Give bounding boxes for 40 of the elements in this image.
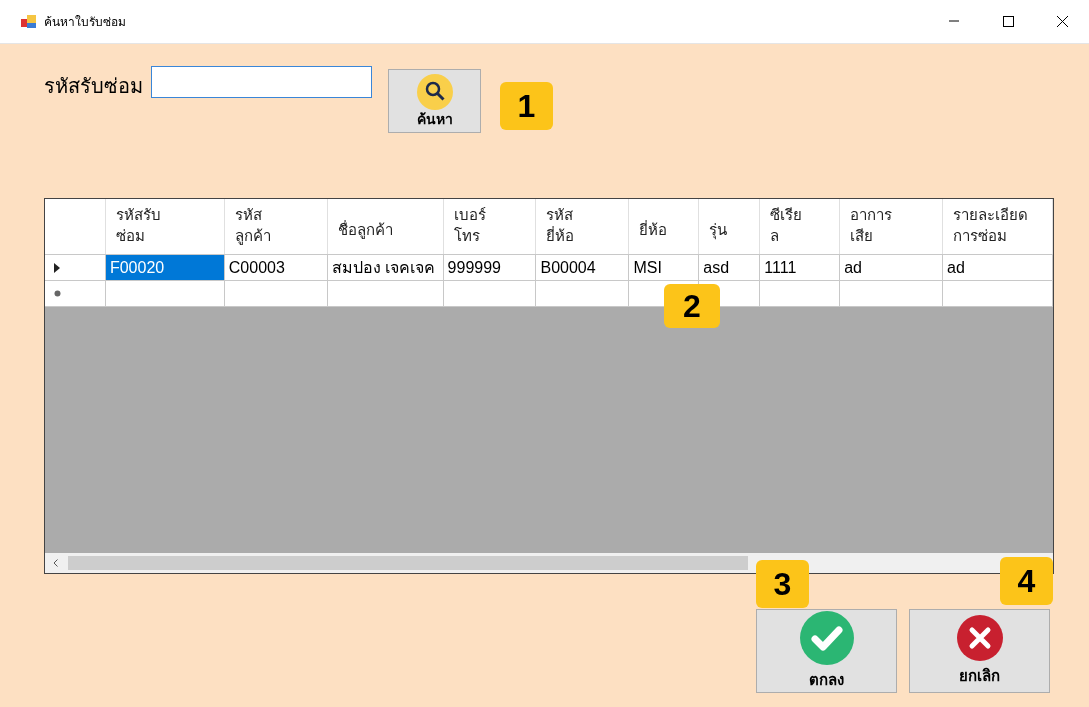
callout-tooltip: 3	[756, 560, 809, 608]
callout-tooltip: 1	[500, 82, 553, 130]
window-title: ค้นหาใบรับซ่อม	[44, 13, 126, 31]
scrollbar-thumb[interactable]	[68, 556, 748, 570]
table-cell[interactable]: 999999	[443, 255, 537, 280]
table-cell[interactable]: ad	[943, 255, 1053, 280]
cancel-button[interactable]: ยกเลิก	[909, 609, 1050, 693]
table-cell[interactable]: ad	[840, 255, 944, 280]
column-header[interactable]: ชื่อลูกค้า	[327, 199, 444, 254]
scroll-left-icon[interactable]	[53, 559, 58, 567]
table-cell[interactable]: asd	[699, 255, 761, 280]
table-cell[interactable]: B00004	[536, 255, 630, 280]
search-icon	[416, 74, 453, 110]
column-header[interactable]: ซีเรีย ล	[760, 199, 841, 254]
table-cell[interactable]: MSI	[629, 255, 700, 280]
close-icon	[956, 614, 1003, 661]
callout-tooltip: 4	[1000, 557, 1053, 605]
maximize-icon	[1001, 15, 1015, 28]
ok-button[interactable]: ตกลง	[756, 609, 897, 693]
app-icon	[21, 14, 37, 29]
column-header[interactable]: รหัสรับ ซ่อม	[105, 199, 225, 254]
table-cell[interactable]: 1111	[760, 255, 841, 280]
column-header[interactable]: ยี่ห้อ	[629, 199, 700, 254]
new-row-icon	[54, 290, 61, 297]
table-cell[interactable]: F00020	[105, 255, 225, 280]
column-header[interactable]: รหัส ลูกค้า	[224, 199, 328, 254]
column-header[interactable]: รายละเอียด การซ่อม	[943, 199, 1053, 254]
check-icon	[799, 610, 854, 665]
column-header[interactable]: รหัส ยี่ห้อ	[536, 199, 630, 254]
current-row-icon	[54, 262, 60, 273]
field-label: รหัสรับซ่อม	[44, 74, 143, 99]
table-cell[interactable]: C00003	[224, 255, 328, 280]
column-header[interactable]: อาการ เสีย	[840, 199, 944, 254]
search-button[interactable]: ค้นหา	[388, 69, 481, 133]
column-header[interactable]: เบอร์ โทร	[443, 199, 537, 254]
close-icon	[1055, 15, 1069, 28]
column-header[interactable]: รุ่น	[699, 199, 761, 254]
callout-tooltip: 2	[664, 284, 720, 328]
search-field[interactable]	[151, 66, 372, 98]
table-cell[interactable]: สมปอง เจคเจค	[327, 255, 444, 280]
